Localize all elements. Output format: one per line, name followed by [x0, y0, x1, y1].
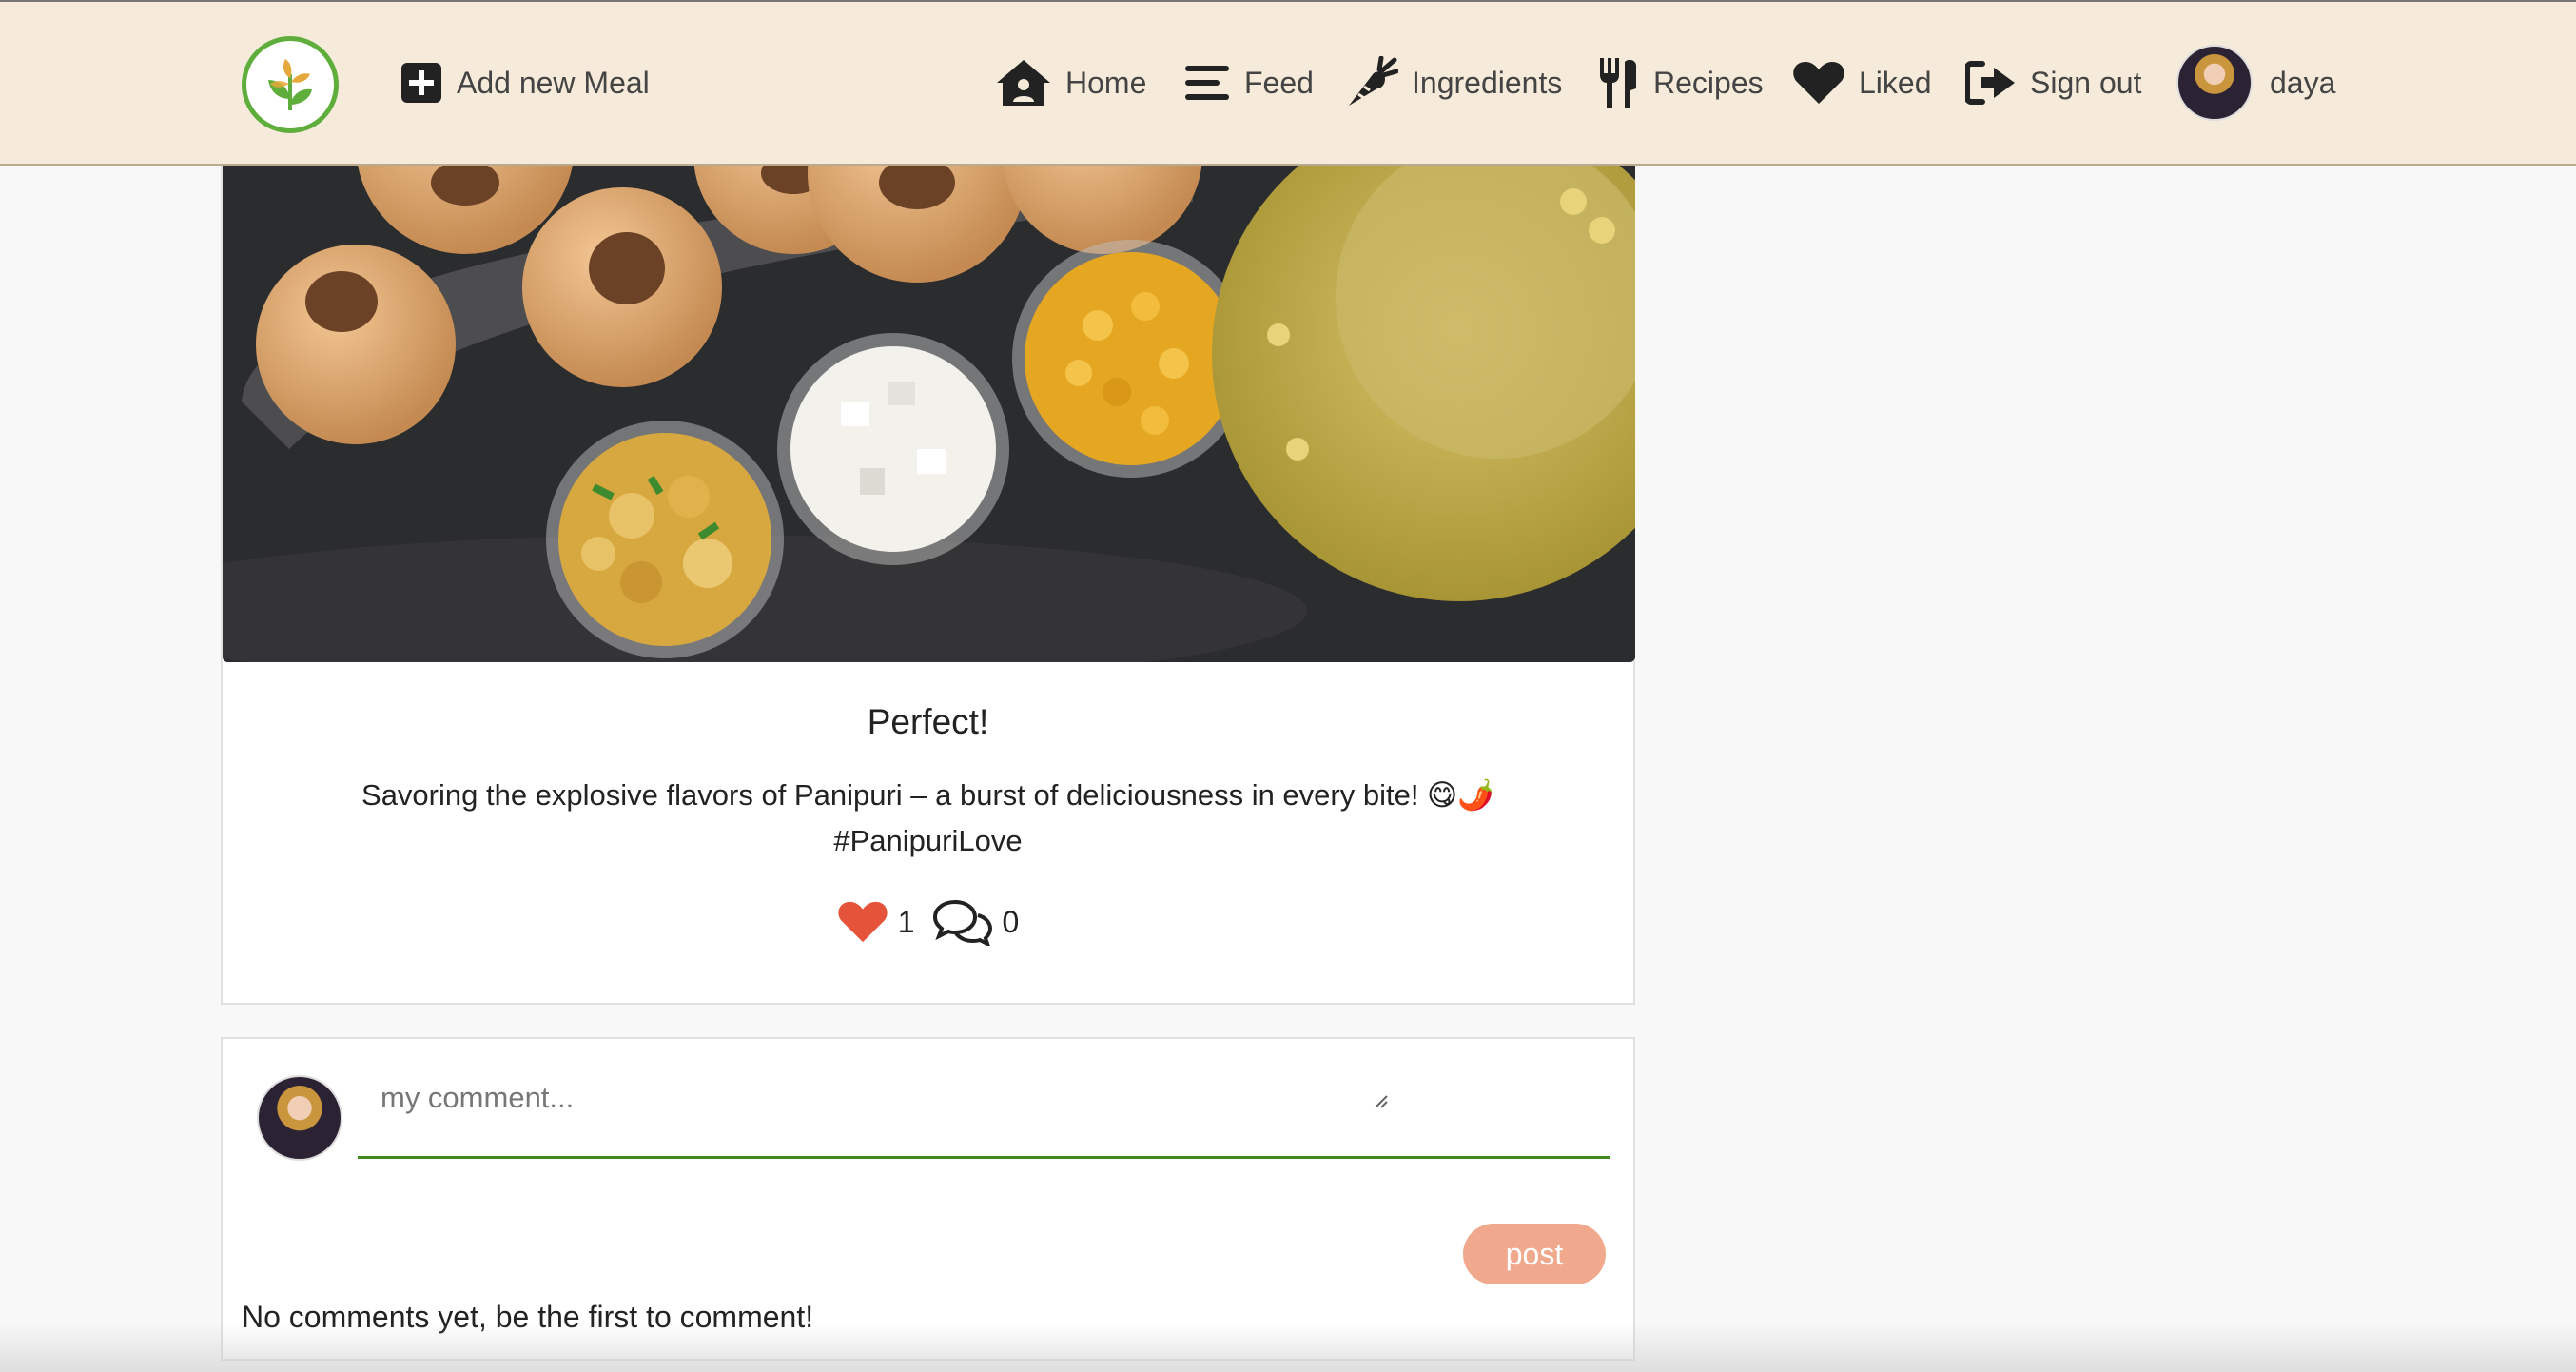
add-meal-link[interactable]: Add new Meal: [400, 2, 650, 164]
post-image: [223, 164, 1635, 662]
post-card: Perfect! Savoring the explosive flavors …: [221, 164, 1635, 1005]
nav-liked[interactable]: Liked: [1792, 2, 1932, 164]
nav-ingredients[interactable]: Ingredients: [1345, 2, 1562, 164]
nav-recipes[interactable]: Recipes: [1596, 2, 1764, 164]
nav-liked-label: Liked: [1859, 65, 1932, 100]
nav-signout-label: Sign out: [2030, 65, 2142, 100]
nav-feed-label: Feed: [1244, 65, 1314, 100]
comment-input[interactable]: [358, 1068, 1610, 1159]
utensils-icon: [1596, 56, 1640, 109]
home-icon: [995, 58, 1052, 108]
nav-feed[interactable]: Feed: [1183, 2, 1314, 164]
like-button[interactable]: 1: [837, 900, 915, 944]
like-count: 1: [897, 904, 915, 939]
sign-out-icon: [1965, 60, 2017, 106]
post-comment-button[interactable]: post: [1463, 1224, 1606, 1284]
username: daya: [2270, 65, 2336, 100]
user-profile[interactable]: daya: [2176, 2, 2335, 164]
carrot-icon: [1345, 56, 1398, 109]
nav-home[interactable]: Home: [995, 2, 1146, 164]
nav-home-label: Home: [1065, 65, 1147, 100]
post-title: Perfect!: [867, 702, 989, 741]
add-meal-label: Add new Meal: [457, 65, 650, 100]
nav-ingredients-label: Ingredients: [1412, 65, 1563, 100]
sprout-logo-icon: [268, 59, 312, 110]
bars-icon: [1183, 62, 1231, 104]
heart-icon: [1792, 60, 1845, 106]
comments-button[interactable]: 0: [932, 898, 1020, 946]
resize-grip-icon[interactable]: [1374, 1094, 1389, 1109]
avatar: [2176, 45, 2253, 121]
plus-square-icon: [400, 61, 443, 105]
avatar: [257, 1075, 342, 1161]
post-description-text: Savoring the explosive flavors of Panipu…: [361, 778, 1494, 812]
app-logo[interactable]: [242, 36, 339, 133]
heart-icon: [837, 900, 888, 944]
post-hashtag[interactable]: #PanipuriLove: [223, 818, 1633, 864]
navbar: Add new Meal Home Feed Ingredients Recip…: [0, 0, 2576, 166]
nav-recipes-label: Recipes: [1653, 65, 1764, 100]
comment-section: post No comments yet, be the first to co…: [221, 1037, 1635, 1361]
empty-comments-message: No comments yet, be the first to comment…: [242, 1300, 814, 1334]
post-description: Savoring the explosive flavors of Panipu…: [223, 773, 1633, 864]
comment-count: 0: [1002, 904, 1020, 939]
comments-icon: [932, 898, 993, 946]
panipuri-photo: [223, 164, 1635, 662]
nav-signout[interactable]: Sign out: [1965, 2, 2141, 164]
post-stats: 1 0: [223, 898, 1633, 946]
